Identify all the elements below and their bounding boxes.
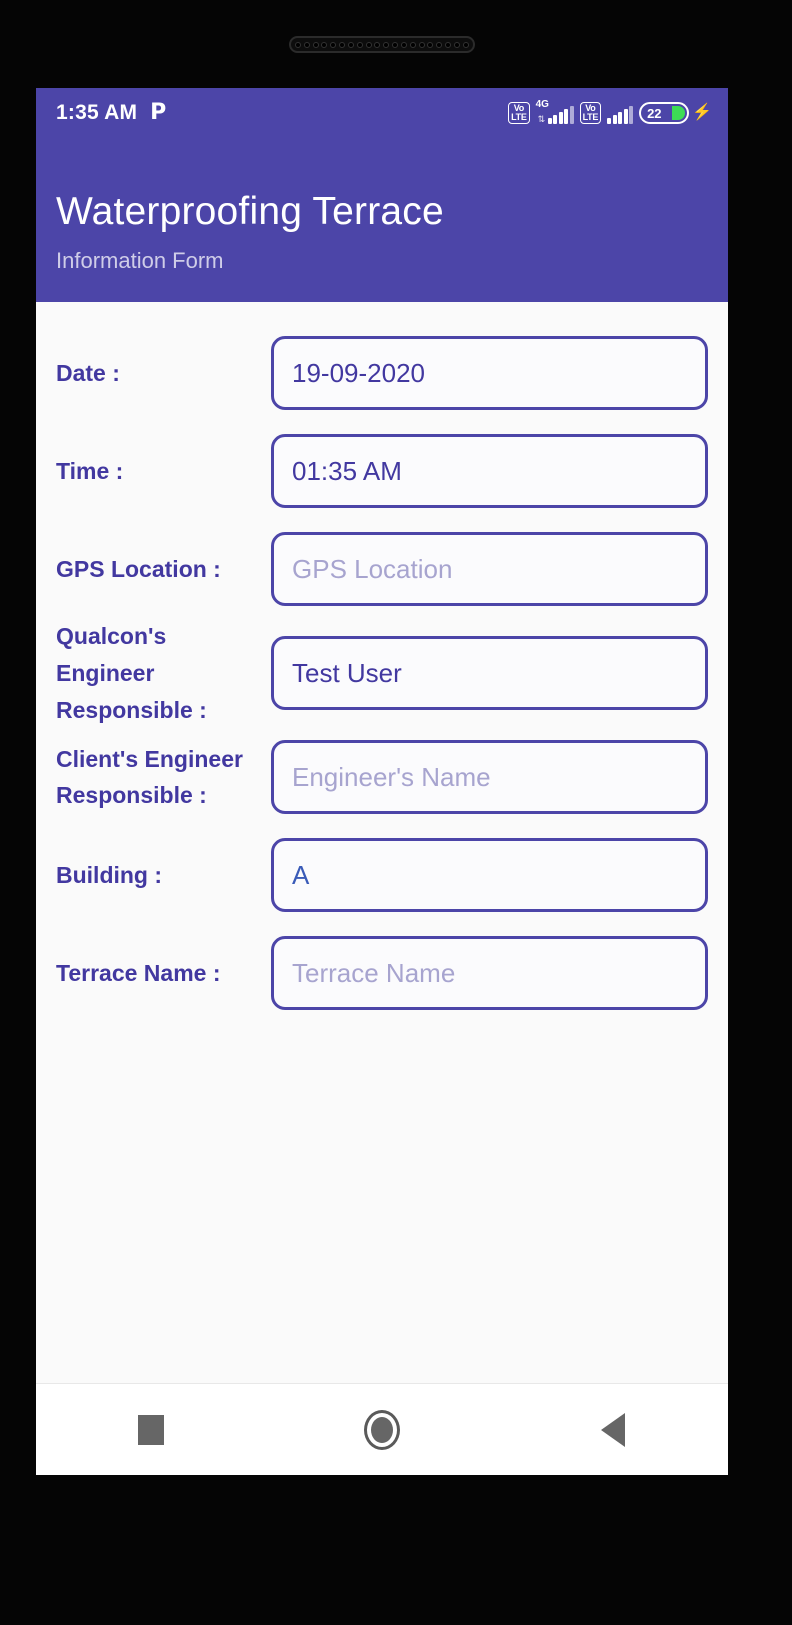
status-bar-right: Vo LTE 4G ⇅ Vo LTE 22 ⚡: [508, 99, 712, 124]
battery-percent-label: 22: [647, 105, 662, 121]
building-label: Building :: [56, 861, 163, 888]
android-navigation-bar: [36, 1383, 728, 1475]
gps-location-input[interactable]: [271, 532, 708, 606]
form-row-time: Time :: [56, 422, 708, 520]
page-subtitle: Information Form: [56, 248, 224, 273]
signal-strength-sim1-icon: 4G ⇅: [535, 99, 574, 124]
page-title: Waterproofing Terrace: [56, 190, 444, 233]
signal-strength-sim2-icon: [607, 102, 634, 124]
home-button[interactable]: [322, 1409, 442, 1450]
date-label: Date :: [56, 359, 120, 386]
app-header: Waterproofing Terrace Information Form: [36, 138, 728, 302]
recent-apps-button[interactable]: [91, 1414, 211, 1445]
building-input[interactable]: [271, 838, 708, 913]
status-bar-left: 1:35 AM P: [56, 101, 166, 125]
client-engineer-label: Client's Engineer Responsible :: [56, 745, 243, 809]
circle-icon: [363, 1409, 400, 1450]
volte-sim2-icon: Vo LTE: [579, 102, 602, 124]
charging-bolt-icon: ⚡: [692, 104, 712, 121]
square-icon: [138, 1414, 165, 1445]
status-clock: 1:35 AM: [56, 101, 138, 124]
device-top-bezel: [0, 0, 792, 88]
volte-sim1-icon: Vo LTE: [508, 102, 530, 124]
data-transfer-arrows-icon: ⇅: [537, 114, 546, 124]
form-row-client-engineer: Client's Engineer Responsible :: [56, 728, 708, 826]
terrace-name-input[interactable]: [271, 936, 708, 1011]
network-type-label: 4G: [535, 99, 549, 110]
device-frame: 1:35 AM P Vo LTE 4G ⇅ Vo LTE 22 ⚡ Waterp…: [0, 0, 792, 1625]
qualcon-engineer-input[interactable]: [271, 636, 708, 711]
information-form: Date : Time : GPS Location : Qualcon's E…: [36, 302, 728, 1295]
date-input[interactable]: [271, 336, 708, 410]
client-engineer-input[interactable]: [271, 740, 708, 815]
phone-screen: 1:35 AM P Vo LTE 4G ⇅ Vo LTE 22 ⚡ Waterp…: [36, 88, 728, 1475]
form-row-qualcon-engineer: Qualcon's Engineer Responsible :: [56, 618, 708, 728]
time-input[interactable]: [271, 434, 708, 508]
qualcon-engineer-label: Qualcon's Engineer Responsible :: [56, 623, 207, 723]
form-row-building: Building :: [56, 826, 708, 924]
time-label: Time :: [56, 457, 124, 484]
form-row-date: Date :: [56, 324, 708, 422]
gps-location-label: GPS Location :: [56, 555, 221, 582]
status-bar: 1:35 AM P Vo LTE 4G ⇅ Vo LTE 22 ⚡: [36, 88, 728, 138]
form-row-terrace-name: Terrace Name :: [56, 924, 708, 1022]
form-row-gps-location: GPS Location :: [56, 520, 708, 618]
battery-icon: 22: [639, 102, 690, 124]
battery-fill: [672, 106, 686, 120]
triangle-left-icon: [600, 1412, 625, 1447]
terrace-name-label: Terrace Name :: [56, 959, 221, 986]
p-app-icon: P: [150, 100, 167, 125]
battery-status: 22 ⚡: [639, 102, 712, 124]
device-bottom-bezel: [0, 1475, 792, 1625]
back-button[interactable]: [553, 1412, 673, 1447]
earpiece-speaker-grille: [289, 36, 475, 53]
